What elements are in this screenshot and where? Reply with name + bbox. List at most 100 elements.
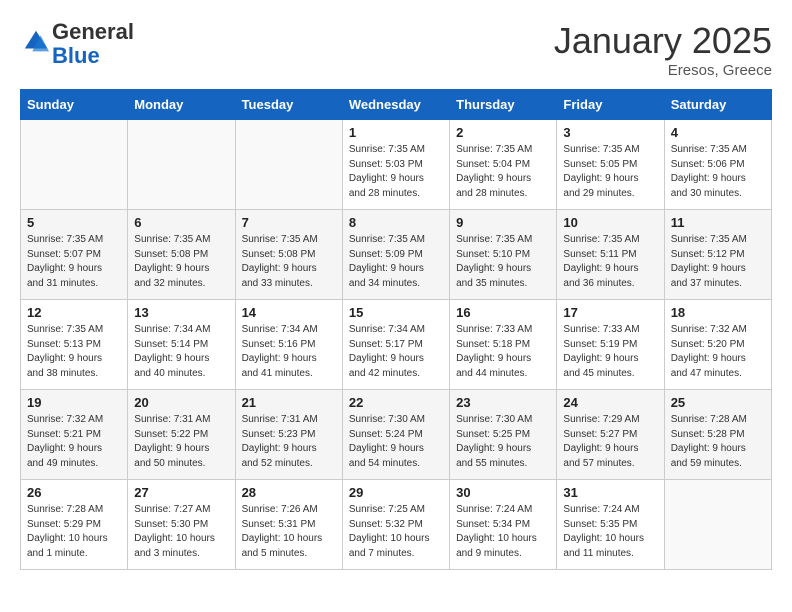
calendar-week-1: 1Sunrise: 7:35 AM Sunset: 5:03 PM Daylig… [21, 120, 772, 210]
day-header-wednesday: Wednesday [342, 90, 449, 120]
cell-info: Sunrise: 7:24 AM Sunset: 5:35 PM Dayligh… [563, 503, 657, 561]
cell-info: Sunrise: 7:35 AM Sunset: 5:04 PM Dayligh… [456, 143, 550, 201]
day-number: 14 [242, 305, 336, 320]
calendar-cell [235, 120, 342, 210]
day-number: 7 [242, 215, 336, 230]
day-number: 19 [27, 395, 121, 410]
calendar-cell: 11 Sunrise: 7:35 AM Sunset: 5:12 PM Dayli… [664, 210, 771, 300]
cell-info: Sunrise: 7:34 AM Sunset: 5:14 PM Dayligh… [134, 323, 228, 381]
month-title: January 2025 [554, 20, 772, 62]
calendar-cell: 6 Sunrise: 7:35 AM Sunset: 5:08 PM Daylig… [128, 210, 235, 300]
day-header-thursday: Thursday [450, 90, 557, 120]
cell-info: Sunrise: 7:31 AM Sunset: 5:23 PM Dayligh… [242, 413, 336, 471]
logo: General Blue [20, 20, 134, 68]
calendar-cell [664, 480, 771, 570]
day-number: 25 [671, 395, 765, 410]
calendar-cell: 21 Sunrise: 7:31 AM Sunset: 5:23 PM Dayli… [235, 390, 342, 480]
calendar-week-2: 5 Sunrise: 7:35 AM Sunset: 5:07 PM Daylig… [21, 210, 772, 300]
cell-info: Sunrise: 7:33 AM Sunset: 5:18 PM Dayligh… [456, 323, 550, 381]
day-number: 1 [349, 125, 443, 140]
page-header: General Blue January 2025 Eresos, Greece [20, 20, 772, 79]
day-number: 12 [27, 305, 121, 320]
calendar-cell: 2 Sunrise: 7:35 AM Sunset: 5:04 PM Daylig… [450, 120, 557, 210]
day-number: 13 [134, 305, 228, 320]
calendar-cell: 14 Sunrise: 7:34 AM Sunset: 5:16 PM Dayli… [235, 300, 342, 390]
day-header-saturday: Saturday [664, 90, 771, 120]
cell-info: Sunrise: 7:35 AM Sunset: 5:07 PM Dayligh… [27, 233, 121, 291]
calendar-cell: 23 Sunrise: 7:30 AM Sunset: 5:25 PM Dayli… [450, 390, 557, 480]
calendar-cell: 30Sunrise: 7:24 AM Sunset: 5:34 PM Dayli… [450, 480, 557, 570]
day-number: 5 [27, 215, 121, 230]
cell-info: Sunrise: 7:35 AM Sunset: 5:06 PM Dayligh… [671, 143, 765, 201]
cell-info: Sunrise: 7:31 AM Sunset: 5:22 PM Dayligh… [134, 413, 228, 471]
day-number: 30 [456, 485, 550, 500]
day-number: 28 [242, 485, 336, 500]
day-number: 8 [349, 215, 443, 230]
calendar-cell: 4 Sunrise: 7:35 AM Sunset: 5:06 PM Daylig… [664, 120, 771, 210]
calendar-cell: 1Sunrise: 7:35 AM Sunset: 5:03 PM Daylig… [342, 120, 449, 210]
calendar-header-row: SundayMondayTuesdayWednesdayThursdayFrid… [21, 90, 772, 120]
cell-info: Sunrise: 7:29 AM Sunset: 5:27 PM Dayligh… [563, 413, 657, 471]
calendar-cell: 16Sunrise: 7:33 AM Sunset: 5:18 PM Dayli… [450, 300, 557, 390]
calendar-week-4: 19 Sunrise: 7:32 AM Sunset: 5:21 PM Dayli… [21, 390, 772, 480]
calendar-cell: 18Sunrise: 7:32 AM Sunset: 5:20 PM Dayli… [664, 300, 771, 390]
calendar-cell: 27 Sunrise: 7:27 AM Sunset: 5:30 PM Dayli… [128, 480, 235, 570]
calendar-cell: 25 Sunrise: 7:28 AM Sunset: 5:28 PM Dayli… [664, 390, 771, 480]
cell-info: Sunrise: 7:34 AM Sunset: 5:16 PM Dayligh… [242, 323, 336, 381]
calendar-cell: 3 Sunrise: 7:35 AM Sunset: 5:05 PM Daylig… [557, 120, 664, 210]
calendar-cell: 26 Sunrise: 7:28 AM Sunset: 5:29 PM Dayli… [21, 480, 128, 570]
calendar-cell: 24 Sunrise: 7:29 AM Sunset: 5:27 PM Dayli… [557, 390, 664, 480]
calendar-cell: 20 Sunrise: 7:31 AM Sunset: 5:22 PM Dayli… [128, 390, 235, 480]
location-subtitle: Eresos, Greece [554, 62, 772, 79]
cell-info: Sunrise: 7:27 AM Sunset: 5:30 PM Dayligh… [134, 503, 228, 561]
day-number: 10 [563, 215, 657, 230]
cell-info: Sunrise: 7:28 AM Sunset: 5:28 PM Dayligh… [671, 413, 765, 471]
cell-info: Sunrise: 7:35 AM Sunset: 5:11 PM Dayligh… [563, 233, 657, 291]
cell-info: Sunrise: 7:35 AM Sunset: 5:09 PM Dayligh… [349, 233, 443, 291]
day-number: 18 [671, 305, 765, 320]
cell-info: Sunrise: 7:34 AM Sunset: 5:17 PM Dayligh… [349, 323, 443, 381]
day-header-friday: Friday [557, 90, 664, 120]
day-number: 3 [563, 125, 657, 140]
cell-info: Sunrise: 7:30 AM Sunset: 5:25 PM Dayligh… [456, 413, 550, 471]
calendar-cell: 5 Sunrise: 7:35 AM Sunset: 5:07 PM Daylig… [21, 210, 128, 300]
calendar-cell: 22 Sunrise: 7:30 AM Sunset: 5:24 PM Dayli… [342, 390, 449, 480]
cell-info: Sunrise: 7:35 AM Sunset: 5:08 PM Dayligh… [242, 233, 336, 291]
day-number: 23 [456, 395, 550, 410]
title-block: January 2025 Eresos, Greece [554, 20, 772, 79]
calendar-cell [21, 120, 128, 210]
day-number: 24 [563, 395, 657, 410]
day-header-sunday: Sunday [21, 90, 128, 120]
cell-info: Sunrise: 7:26 AM Sunset: 5:31 PM Dayligh… [242, 503, 336, 561]
cell-info: Sunrise: 7:30 AM Sunset: 5:24 PM Dayligh… [349, 413, 443, 471]
day-header-monday: Monday [128, 90, 235, 120]
day-number: 11 [671, 215, 765, 230]
calendar-body: 1Sunrise: 7:35 AM Sunset: 5:03 PM Daylig… [21, 120, 772, 570]
calendar-cell [128, 120, 235, 210]
day-header-tuesday: Tuesday [235, 90, 342, 120]
day-number: 17 [563, 305, 657, 320]
cell-info: Sunrise: 7:28 AM Sunset: 5:29 PM Dayligh… [27, 503, 121, 561]
cell-info: Sunrise: 7:32 AM Sunset: 5:21 PM Dayligh… [27, 413, 121, 471]
day-number: 27 [134, 485, 228, 500]
cell-info: Sunrise: 7:25 AM Sunset: 5:32 PM Dayligh… [349, 503, 443, 561]
calendar-cell: 13 Sunrise: 7:34 AM Sunset: 5:14 PM Dayli… [128, 300, 235, 390]
day-number: 21 [242, 395, 336, 410]
day-number: 2 [456, 125, 550, 140]
cell-info: Sunrise: 7:35 AM Sunset: 5:12 PM Dayligh… [671, 233, 765, 291]
calendar-cell: 12 Sunrise: 7:35 AM Sunset: 5:13 PM Dayli… [21, 300, 128, 390]
calendar-cell: 19 Sunrise: 7:32 AM Sunset: 5:21 PM Dayli… [21, 390, 128, 480]
day-number: 6 [134, 215, 228, 230]
day-number: 26 [27, 485, 121, 500]
day-number: 4 [671, 125, 765, 140]
cell-info: Sunrise: 7:35 AM Sunset: 5:13 PM Dayligh… [27, 323, 121, 381]
cell-info: Sunrise: 7:35 AM Sunset: 5:10 PM Dayligh… [456, 233, 550, 291]
logo-icon [22, 28, 50, 56]
cell-info: Sunrise: 7:35 AM Sunset: 5:08 PM Dayligh… [134, 233, 228, 291]
calendar-table: SundayMondayTuesdayWednesdayThursdayFrid… [20, 89, 772, 570]
day-number: 22 [349, 395, 443, 410]
cell-info: Sunrise: 7:35 AM Sunset: 5:05 PM Dayligh… [563, 143, 657, 201]
calendar-cell: 7 Sunrise: 7:35 AM Sunset: 5:08 PM Daylig… [235, 210, 342, 300]
cell-info: Sunrise: 7:33 AM Sunset: 5:19 PM Dayligh… [563, 323, 657, 381]
day-number: 20 [134, 395, 228, 410]
